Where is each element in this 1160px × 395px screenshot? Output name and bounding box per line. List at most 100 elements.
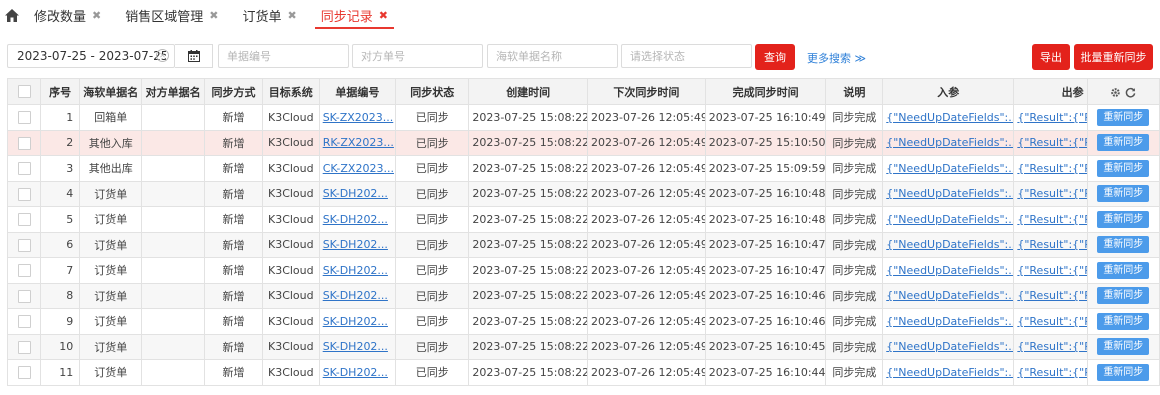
- output-params-link[interactable]: {"Result":{"Re: [1017, 264, 1086, 277]
- tab-order[interactable]: 订货单 ✖: [230, 0, 308, 30]
- resync-button[interactable]: 重新同步: [1097, 185, 1150, 203]
- tab-sync-records[interactable]: 同步记录 ✖: [309, 0, 400, 30]
- output-params-link[interactable]: {"Result":{"Re: [1017, 162, 1086, 175]
- bill-no-link[interactable]: SK-DH202...: [323, 238, 388, 251]
- tab-modify-quantity[interactable]: 修改数量 ✖: [22, 0, 113, 30]
- table-row[interactable]: 8 订货单 新增 K3Cloud SK-DH202... 已同步 2023-07…: [7, 282, 1160, 309]
- row-checkbox[interactable]: [17, 187, 31, 201]
- created-time-cell: 2023-07-25 15:08:22: [468, 257, 589, 284]
- row-checkbox[interactable]: [17, 315, 31, 328]
- calendar-button[interactable]: [175, 44, 213, 68]
- bill-no-link[interactable]: RK-ZX2023...: [323, 136, 394, 149]
- date-range-field[interactable]: ✕: [7, 44, 175, 68]
- input-params-link[interactable]: {"NeedUpDateFields":...: [886, 289, 1013, 302]
- description-cell: 同步完成: [825, 282, 884, 309]
- status-select[interactable]: [621, 44, 752, 68]
- batch-resync-button[interactable]: 批量重新同步: [1074, 44, 1153, 70]
- seq-cell: 10: [40, 333, 81, 360]
- row-checkbox[interactable]: [17, 366, 31, 379]
- input-params-link[interactable]: {"NeedUpDateFields":...: [886, 162, 1013, 175]
- bill-name-field[interactable]: [487, 44, 618, 68]
- bill-name-input[interactable]: [488, 45, 617, 67]
- bill-no-link[interactable]: SK-ZX2023...: [323, 111, 394, 124]
- output-params-link[interactable]: {"Result":{"Re: [1017, 238, 1086, 251]
- home-icon[interactable]: [2, 0, 22, 30]
- clear-icon[interactable]: ✕: [156, 49, 169, 62]
- output-params-link[interactable]: {"Result":{"Re: [1017, 187, 1086, 200]
- bill-no-link[interactable]: CK-ZX2023...: [323, 162, 394, 175]
- bill-no-link[interactable]: SK-DH202...: [323, 315, 388, 328]
- table-row[interactable]: 7 订货单 新增 K3Cloud SK-DH202... 已同步 2023-07…: [7, 257, 1160, 284]
- table-row[interactable]: 1 回箱单 新增 K3Cloud SK-ZX2023... 已同步 2023-0…: [7, 104, 1160, 131]
- row-checkbox[interactable]: [17, 213, 31, 226]
- resync-button[interactable]: 重新同步: [1097, 287, 1150, 305]
- bill-no-link[interactable]: SK-DH202...: [323, 289, 388, 302]
- output-params-link[interactable]: {"Result":{"Re: [1017, 136, 1086, 149]
- table-row[interactable]: 10 订货单 新增 K3Cloud SK-DH202... 已同步 2023-0…: [7, 333, 1160, 360]
- target-system-cell: K3Cloud: [261, 308, 320, 335]
- resync-button[interactable]: 重新同步: [1097, 210, 1150, 228]
- input-params-link[interactable]: {"NeedUpDateFields":...: [886, 366, 1013, 379]
- row-checkbox[interactable]: [17, 162, 31, 175]
- bill-no-link[interactable]: SK-DH202...: [323, 213, 388, 226]
- resync-button[interactable]: 重新同步: [1097, 108, 1150, 126]
- resync-button[interactable]: 重新同步: [1097, 363, 1150, 381]
- query-button[interactable]: 查询: [755, 44, 795, 70]
- table-row[interactable]: 11 订货单 新增 K3Cloud SK-DH202... 已同步 2023-0…: [7, 359, 1160, 386]
- close-icon[interactable]: ✖: [287, 9, 296, 22]
- resync-button[interactable]: 重新同步: [1097, 159, 1150, 177]
- close-icon[interactable]: ✖: [209, 9, 218, 22]
- input-params-link[interactable]: {"NeedUpDateFields":...: [886, 187, 1013, 200]
- action-cell: 重新同步: [1086, 282, 1160, 309]
- row-checkbox[interactable]: [17, 289, 31, 303]
- output-params-link[interactable]: {"Result":{"Re: [1017, 111, 1086, 124]
- bill-no-link[interactable]: SK-DH202...: [323, 187, 388, 200]
- resync-button[interactable]: 重新同步: [1097, 261, 1150, 279]
- bill-no-link[interactable]: SK-DH202...: [323, 366, 388, 379]
- output-params-link[interactable]: {"Result":{"Re: [1017, 366, 1086, 379]
- output-params-link[interactable]: {"Result":{"Re: [1017, 213, 1086, 226]
- resync-button[interactable]: 重新同步: [1097, 338, 1150, 356]
- more-search-link[interactable]: 更多搜索 ≫: [807, 50, 866, 66]
- close-icon[interactable]: ✖: [92, 9, 101, 22]
- table-row[interactable]: 9 订货单 新增 K3Cloud SK-DH202... 已同步 2023-07…: [7, 308, 1160, 335]
- table-row[interactable]: 3 其他出库 新增 K3Cloud CK-ZX2023... 已同步 2023-…: [7, 155, 1160, 182]
- output-params-link[interactable]: {"Result":{"Re: [1017, 315, 1086, 328]
- resync-button[interactable]: 重新同步: [1097, 312, 1150, 330]
- sync-status-cell: 已同步: [395, 333, 470, 360]
- input-params-link[interactable]: {"NeedUpDateFields":...: [886, 111, 1013, 124]
- input-params-link[interactable]: {"NeedUpDateFields":...: [886, 213, 1013, 226]
- gear-icon[interactable]: [1110, 87, 1121, 98]
- input-params-link[interactable]: {"NeedUpDateFields":...: [886, 264, 1013, 277]
- row-checkbox[interactable]: [17, 340, 31, 354]
- refresh-icon[interactable]: [1125, 87, 1136, 98]
- peer-bill-no-field[interactable]: [352, 44, 483, 68]
- table-row[interactable]: 2 其他入库 新增 K3Cloud RK-ZX2023... 已同步 2023-…: [7, 129, 1160, 156]
- close-icon[interactable]: ✖: [379, 9, 388, 22]
- bill-no-link[interactable]: SK-DH202...: [323, 340, 388, 353]
- bill-no-link[interactable]: SK-DH202...: [323, 264, 388, 277]
- bill-no-field[interactable]: [218, 44, 349, 68]
- input-params-link[interactable]: {"NeedUpDateFields":...: [886, 136, 1013, 149]
- row-checkbox[interactable]: [17, 136, 31, 150]
- input-params-link[interactable]: {"NeedUpDateFields":...: [886, 238, 1013, 251]
- bill-no-input[interactable]: [219, 45, 348, 67]
- select-all-checkbox[interactable]: [17, 85, 31, 99]
- export-button[interactable]: 导出: [1032, 44, 1070, 70]
- table-row[interactable]: 5 订货单 新增 K3Cloud SK-DH202... 已同步 2023-07…: [7, 206, 1160, 233]
- output-params-link[interactable]: {"Result":{"Re: [1017, 289, 1086, 302]
- input-params-link[interactable]: {"NeedUpDateFields":...: [886, 315, 1013, 328]
- status-select-input[interactable]: [622, 45, 751, 67]
- resync-button[interactable]: 重新同步: [1097, 236, 1150, 254]
- tab-sales-region[interactable]: 销售区域管理 ✖: [113, 0, 230, 30]
- peer-bill-no-input[interactable]: [353, 45, 482, 67]
- row-checkbox[interactable]: [17, 264, 31, 277]
- row-checkbox[interactable]: [17, 111, 31, 124]
- output-params-link[interactable]: {"Result":{"Re: [1017, 340, 1086, 353]
- resync-button[interactable]: 重新同步: [1097, 134, 1150, 152]
- table-row[interactable]: 6 订货单 新增 K3Cloud SK-DH202... 已同步 2023-07…: [7, 231, 1160, 258]
- input-params-link[interactable]: {"NeedUpDateFields":...: [886, 340, 1013, 353]
- date-range-input[interactable]: [8, 45, 174, 67]
- table-row[interactable]: 4 订货单 新增 K3Cloud SK-DH202... 已同步 2023-07…: [7, 180, 1160, 207]
- row-checkbox[interactable]: [17, 238, 31, 252]
